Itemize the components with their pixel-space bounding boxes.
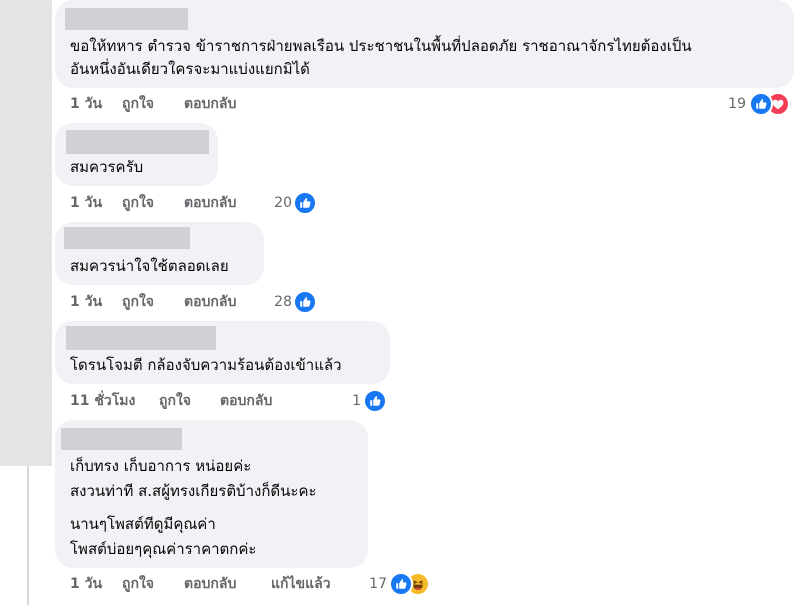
reply-comment-button[interactable]: ตอบกลับ	[184, 575, 236, 593]
like-icon[interactable]	[389, 572, 413, 596]
commenter-name-redacted[interactable]	[66, 326, 216, 350]
reaction-count[interactable]: 17	[365, 575, 387, 593]
comment-bubble: สมควรครับ	[55, 123, 218, 186]
like-icon[interactable]	[363, 389, 387, 413]
reaction-count[interactable]: 20	[268, 194, 292, 212]
comment-bubble: โดรนโจมตี กล้องจับความร้อนต้องเข้าแล้ว	[55, 321, 390, 384]
comment-bubble: สมควรน่าใจใช้ตลอดเลย	[55, 222, 264, 285]
like-comment-button[interactable]: ถูกใจ	[122, 575, 154, 593]
like-icon[interactable]	[293, 191, 317, 215]
comment-text-line: นานๆโพสต์ทีดูมีคุณค่า	[70, 515, 216, 533]
reaction-count[interactable]: 19	[720, 95, 746, 113]
post-side-panel	[0, 0, 52, 466]
like-icon[interactable]	[293, 290, 317, 314]
reply-comment-button[interactable]: ตอบกลับ	[184, 293, 236, 311]
comment-bubble: เก็บทรง เก็บอาการ หน่อยค่ะ สงวนท่าที ส.ส…	[55, 420, 368, 568]
comment-timestamp[interactable]: 1 วัน	[70, 194, 102, 212]
comments-page: ขอให้ทหาร ตำรวจ ข้าราชการฝ่ายพลเรือน ประ…	[0, 0, 800, 605]
comment-text-line: สมควรครับ	[70, 158, 144, 176]
commenter-name-redacted[interactable]	[65, 8, 188, 30]
like-comment-button[interactable]: ถูกใจ	[122, 293, 154, 311]
comment-text-line: อันหนึ่งอันเดียวใครจะมาแบ่งแยกมิได้	[70, 60, 310, 78]
commenter-name-redacted[interactable]	[66, 130, 209, 154]
comment-timestamp[interactable]: 1 วัน	[70, 293, 102, 311]
comment-text-line: เก็บทรง เก็บอาการ หน่อยค่ะ	[70, 457, 252, 475]
reply-thread-line	[27, 466, 29, 605]
reply-comment-button[interactable]: ตอบกลับ	[184, 194, 236, 212]
commenter-name-redacted[interactable]	[61, 428, 182, 450]
like-comment-button[interactable]: ถูกใจ	[122, 194, 154, 212]
reaction-count[interactable]: 28	[268, 293, 292, 311]
edited-label[interactable]: แก้ไขแล้ว	[271, 575, 331, 593]
comment-text-line: สงวนท่าที ส.สผู้ทรงเกียรติบ้างก็ดีนะคะ	[70, 482, 317, 500]
like-icon[interactable]	[749, 92, 773, 116]
comment-timestamp[interactable]: 1 วัน	[70, 575, 102, 593]
like-comment-button[interactable]: ถูกใจ	[159, 392, 191, 410]
reply-comment-button[interactable]: ตอบกลับ	[220, 392, 272, 410]
comment-timestamp[interactable]: 1 วัน	[70, 95, 102, 113]
like-comment-button[interactable]: ถูกใจ	[122, 95, 154, 113]
comment-text-line: สมควรน่าใจใช้ตลอดเลย	[70, 257, 229, 275]
reply-comment-button[interactable]: ตอบกลับ	[184, 95, 236, 113]
comment-bubble: ขอให้ทหาร ตำรวจ ข้าราชการฝ่ายพลเรือน ประ…	[55, 0, 794, 88]
comment-text-line: โดรนโจมตี กล้องจับความร้อนต้องเข้าแล้ว	[70, 356, 342, 374]
commenter-name-redacted[interactable]	[64, 227, 190, 249]
comment-text-line: โพสต์บ่อยๆคุณค่าราคาตกค่ะ	[70, 540, 257, 558]
comment-timestamp[interactable]: 11 ชั่วโมง	[70, 392, 135, 410]
reaction-count[interactable]: 1	[345, 392, 361, 410]
